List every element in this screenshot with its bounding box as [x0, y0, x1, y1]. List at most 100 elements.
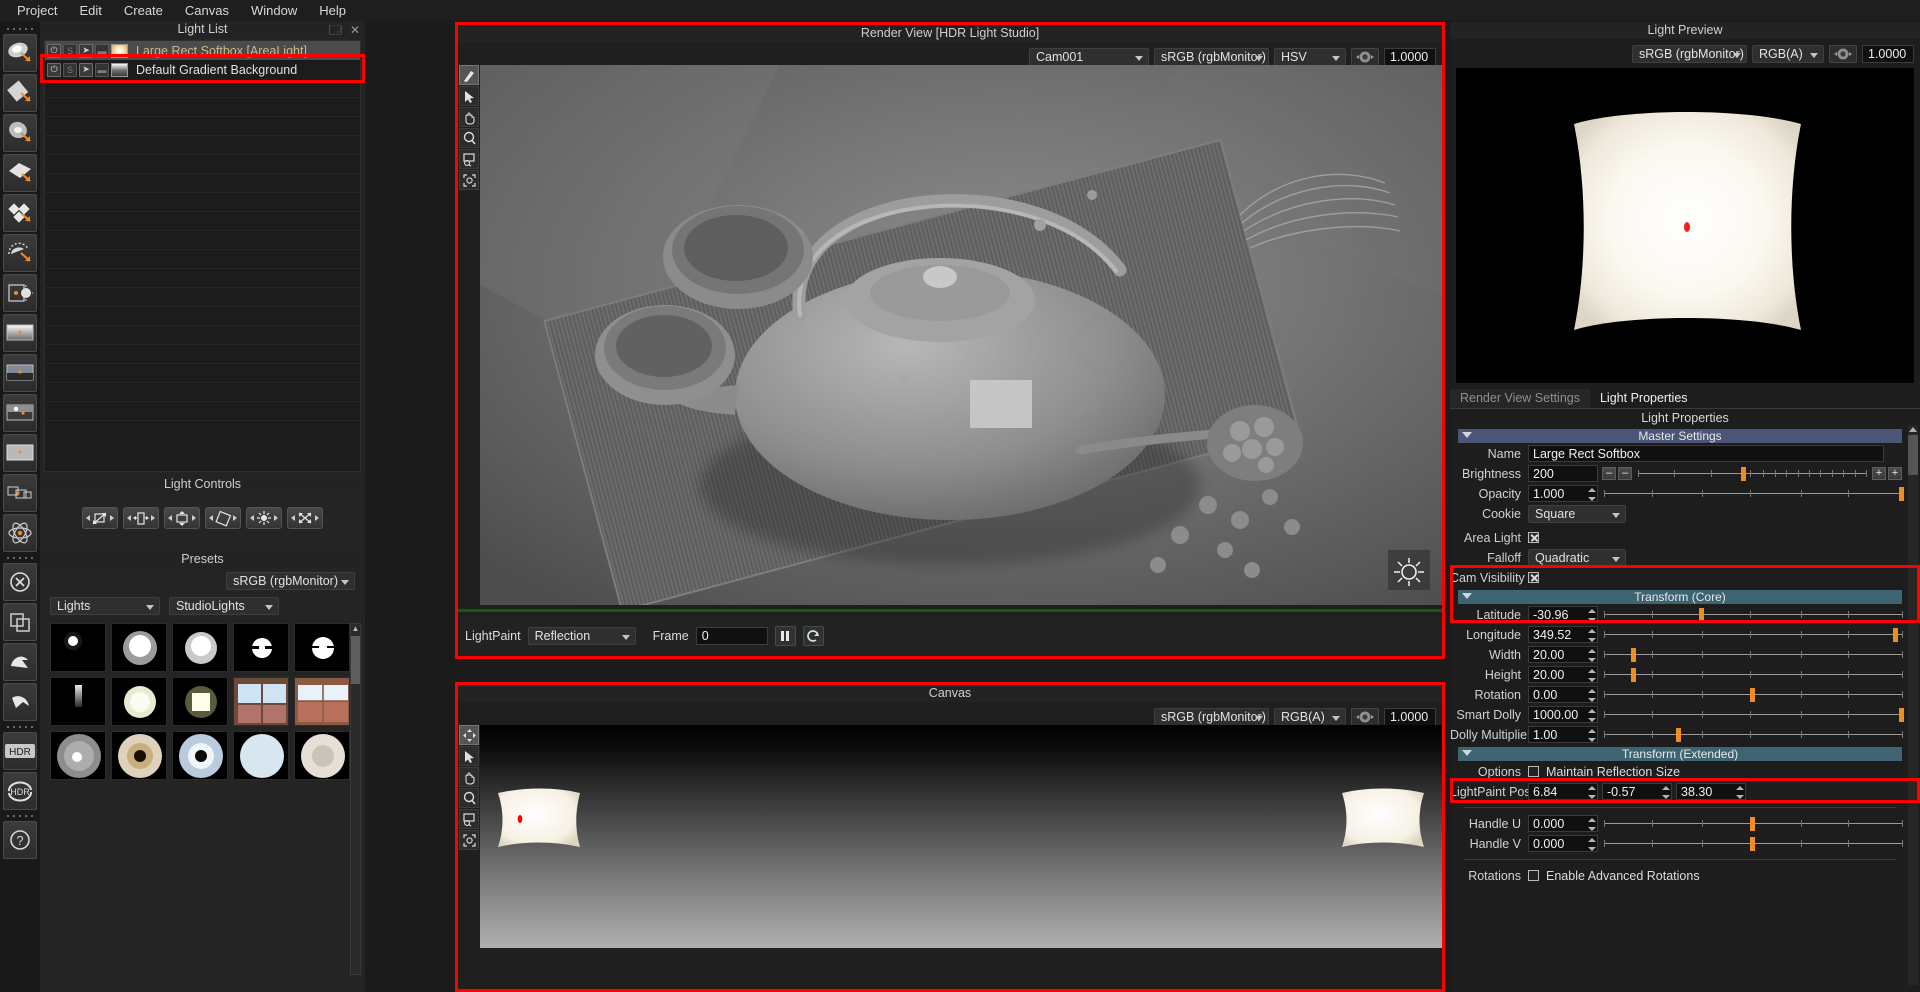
zoom-magnifier-icon[interactable]: [459, 788, 479, 808]
scroll-up-icon[interactable]: [1909, 427, 1917, 432]
menu-item-edit[interactable]: Edit: [68, 1, 112, 20]
brightness-slider-handle[interactable]: [1740, 467, 1746, 481]
cookie-dropdown[interactable]: Square: [1528, 504, 1626, 523]
handle-u-stepper[interactable]: [1587, 816, 1596, 833]
list-empty-row[interactable]: [45, 383, 360, 402]
lightpaint-brush-icon[interactable]: [459, 65, 479, 85]
lightpaint-pos-y-field[interactable]: -0.57: [1602, 783, 1672, 800]
height-field[interactable]: 20.00: [1528, 666, 1598, 683]
width-slider[interactable]: [1604, 646, 1903, 663]
height-slider[interactable]: [1604, 666, 1903, 683]
zoom-region-icon[interactable]: [459, 149, 479, 169]
gradient-strip-icon[interactable]: [3, 314, 37, 352]
brightness-slider[interactable]: [1638, 465, 1867, 482]
dolly-multiplier-stepper[interactable]: [1587, 727, 1596, 744]
list-item[interactable]: ⏻ S ➤ ▬ Default Gradient Background: [45, 60, 360, 79]
solo-icon[interactable]: S: [63, 62, 77, 77]
lock-icon[interactable]: ▬: [95, 43, 109, 58]
list-empty-row[interactable]: [45, 98, 360, 117]
name-field[interactable]: Large Rect Softbox: [1528, 445, 1884, 462]
height-stepper[interactable]: [1587, 667, 1596, 684]
list-empty-row[interactable]: [45, 364, 360, 383]
pan-hand-icon[interactable]: [459, 107, 479, 127]
maintain-reflection-size-checkbox[interactable]: [1528, 766, 1539, 777]
area-light-checkbox[interactable]: [1528, 532, 1539, 543]
light-list-close-icon[interactable]: ✕: [350, 24, 360, 36]
rotation-field[interactable]: 0.00: [1528, 686, 1598, 703]
light-list-float-icon[interactable]: 🗔: [329, 24, 342, 36]
opacity-slider[interactable]: [1604, 485, 1905, 502]
handle-u-field[interactable]: 0.000: [1528, 815, 1598, 832]
preset-thumbnail[interactable]: [294, 623, 350, 672]
light-preview-colorspace-dropdown[interactable]: sRGB (rgbMonitor): [1632, 45, 1747, 63]
lightpaint-pos-z-field[interactable]: 38.30: [1676, 783, 1746, 800]
lightpaint-mode-dropdown[interactable]: Reflection: [527, 627, 636, 645]
latitude-slider-handle[interactable]: [1699, 608, 1705, 622]
select-icon[interactable]: ➤: [79, 62, 93, 77]
aperture-icon[interactable]: [1829, 45, 1857, 63]
hdri-strip-icon[interactable]: [3, 354, 37, 392]
lightpaint-pos-z-stepper[interactable]: [1735, 784, 1744, 801]
brightness-field[interactable]: 200: [1528, 465, 1598, 482]
help-icon[interactable]: ?: [3, 821, 37, 859]
tab-render-view-settings[interactable]: Render View Settings: [1450, 389, 1590, 408]
power-icon[interactable]: ⏻: [47, 62, 61, 77]
list-empty-row[interactable]: [45, 345, 360, 364]
camera-dropdown[interactable]: Cam001: [1029, 48, 1149, 66]
list-empty-row[interactable]: [45, 193, 360, 212]
longitude-slider-handle[interactable]: [1893, 628, 1899, 642]
dolly-multiplier-slider[interactable]: [1604, 726, 1903, 743]
canvas-exposure-field[interactable]: 1.0000: [1384, 708, 1436, 726]
hdr-refresh-icon[interactable]: HDR: [3, 772, 37, 810]
zoom-region-icon[interactable]: [459, 809, 479, 829]
zoom-fit-icon[interactable]: [459, 170, 479, 190]
presets-subcategory-dropdown[interactable]: StudioLights: [169, 597, 279, 615]
brightness-icon[interactable]: [246, 507, 282, 529]
hdr-icon[interactable]: HDR: [3, 732, 37, 770]
section-transform-core[interactable]: Transform (Core): [1458, 590, 1902, 604]
preset-thumbnail[interactable]: [50, 731, 106, 780]
opacity-slider-handle[interactable]: [1899, 487, 1905, 501]
menu-item-project[interactable]: Project: [6, 1, 68, 20]
list-empty-row[interactable]: [45, 402, 360, 421]
tab-light-properties[interactable]: Light Properties: [1589, 389, 1698, 408]
solo-icon[interactable]: S: [63, 43, 77, 58]
handle-u-slider[interactable]: [1604, 815, 1903, 832]
smart-dolly-stepper[interactable]: [1587, 707, 1596, 724]
opacity-stepper[interactable]: [1587, 486, 1596, 503]
undo-arrow-icon[interactable]: [3, 643, 37, 681]
render-view-exposure-field[interactable]: 1.0000: [1384, 48, 1436, 66]
list-empty-row[interactable]: [45, 136, 360, 155]
preset-thumbnail[interactable]: [172, 731, 228, 780]
multi-light-icon[interactable]: [3, 194, 37, 232]
dome-light-icon[interactable]: [3, 234, 37, 272]
menu-item-canvas[interactable]: Canvas: [174, 1, 240, 20]
enable-advanced-rotations-checkbox[interactable]: [1528, 870, 1539, 881]
latitude-slider[interactable]: [1604, 606, 1903, 623]
scale-width-icon[interactable]: [123, 507, 159, 529]
scale-height-icon[interactable]: [164, 507, 200, 529]
presets-scroll-thumb[interactable]: [351, 636, 360, 684]
list-empty-row[interactable]: [45, 155, 360, 174]
width-field[interactable]: 20.00: [1528, 646, 1598, 663]
presets-category-dropdown[interactable]: Lights: [50, 597, 160, 615]
preset-thumbnail[interactable]: [172, 623, 228, 672]
opacity-field[interactable]: 1.000: [1528, 485, 1598, 502]
smart-dolly-slider[interactable]: [1604, 706, 1905, 723]
preset-thumbnail[interactable]: [50, 677, 106, 726]
select-icon[interactable]: ➤: [79, 43, 93, 58]
preset-thumbnail[interactable]: [111, 677, 167, 726]
presets-colorspace-dropdown[interactable]: sRGB (rgbMonitor): [226, 572, 355, 590]
list-empty-row[interactable]: [45, 269, 360, 288]
list-empty-row[interactable]: [45, 117, 360, 136]
rotation-slider[interactable]: [1604, 686, 1903, 703]
menu-item-window[interactable]: Window: [240, 1, 308, 20]
area-light-icon[interactable]: [3, 34, 37, 72]
preset-thumbnail[interactable]: [111, 623, 167, 672]
width-slider-handle[interactable]: [1630, 648, 1636, 662]
lightpaint-pos-x-field[interactable]: 6.84: [1528, 783, 1598, 800]
atom-icon[interactable]: [3, 514, 37, 552]
list-item[interactable]: ⏻ S ➤ ▬ Large Rect Softbox [AreaLight]: [45, 41, 360, 60]
light-preview-exposure-field[interactable]: 1.0000: [1862, 45, 1914, 63]
aperture-icon[interactable]: [1351, 48, 1379, 66]
